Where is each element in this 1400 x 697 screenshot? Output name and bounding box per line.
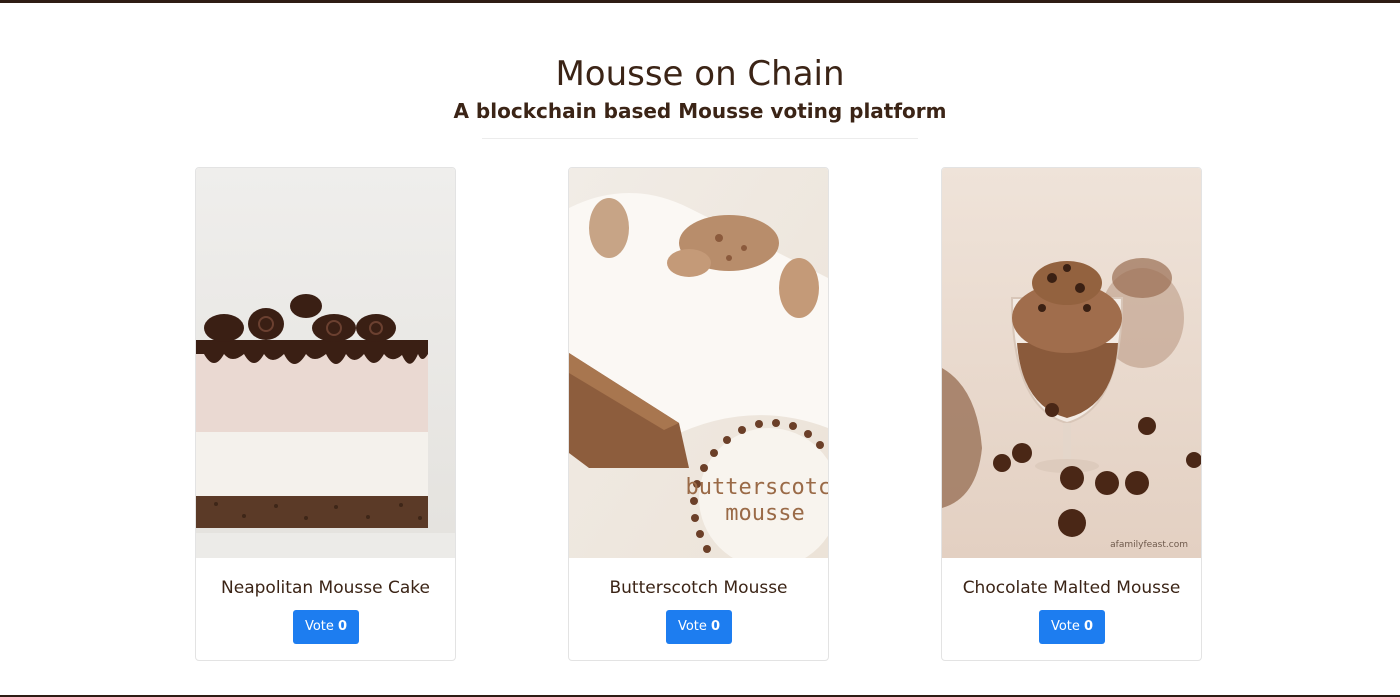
top-rule [0,0,1400,3]
candidate-name: Chocolate Malted Mousse [962,578,1181,598]
candidate-name: Butterscotch Mousse [609,578,788,598]
header-divider [482,138,918,139]
vote-label: Vote [1050,619,1080,634]
candidate-card-chocolate: afamilyfeast.com Chocolate Malted Mousse… [941,167,1202,661]
page-title: Mousse on Chain [555,54,845,94]
photo-credit: afamilyfeast.com [1110,540,1188,550]
candidate-photo-chocolate: afamilyfeast.com [942,168,1201,558]
page-subtitle: A blockchain based Mousse voting platfor… [453,99,947,123]
vote-count: 0 [338,619,348,634]
candidate-card-neapolitan: Neapolitan Mousse Cake Vote 0 [195,167,456,661]
vote-count: 0 [711,619,721,634]
vote-button-neapolitan[interactable]: Vote 0 [293,610,359,644]
page-header: Mousse on Chain A blockchain based Mouss… [0,52,1400,139]
butterscotch-label-line1: butterscotch [686,475,828,500]
butterscotch-label-line2: mousse [725,501,804,526]
vote-count: 0 [1084,619,1094,634]
candidate-photo-butterscotch: butterscotch mousse [569,168,828,558]
candidate-name: Neapolitan Mousse Cake [221,578,430,598]
candidate-card-butterscotch: butterscotch mousse Butterscotch Mousse … [568,167,829,661]
vote-label: Vote [304,619,334,634]
vote-label: Vote [677,619,707,634]
candidate-photo-neapolitan [196,168,455,558]
vote-button-butterscotch[interactable]: Vote 0 [666,610,732,644]
vote-button-chocolate[interactable]: Vote 0 [1039,610,1105,644]
